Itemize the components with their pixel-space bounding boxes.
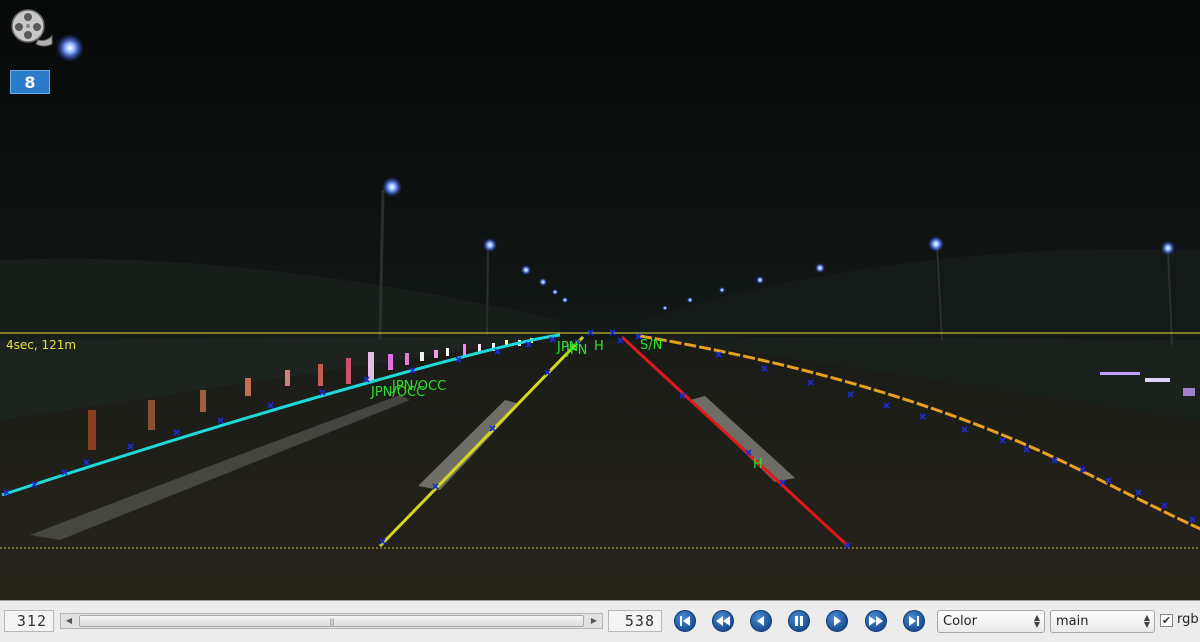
color-mode-select[interactable]: Color ▲ ▼ bbox=[937, 610, 1045, 633]
skip-to-end-icon bbox=[909, 616, 919, 626]
updown-arrow-icon: ▲ ▼ bbox=[1143, 613, 1150, 629]
fast-backward-button[interactable] bbox=[712, 610, 734, 632]
fast-forward-icon bbox=[869, 616, 883, 626]
frame-scrollbar[interactable]: ◀ ||| ▶ bbox=[60, 613, 603, 629]
stream-select[interactable]: main ▲ ▼ bbox=[1050, 610, 1155, 633]
scroll-left-icon[interactable]: ◀ bbox=[62, 614, 76, 628]
scroll-right-icon[interactable]: ▶ bbox=[587, 614, 601, 628]
step-backward-button[interactable] bbox=[750, 610, 772, 632]
pause-button[interactable] bbox=[788, 610, 810, 632]
play-icon bbox=[834, 616, 841, 626]
grip-icon: ||| bbox=[329, 618, 334, 626]
play-button[interactable] bbox=[826, 610, 848, 632]
playback-controls: 312 ◀ ||| ▶ 538 Color ▲ ▼ main ▲ ▼ ✔ rgb bbox=[0, 601, 1200, 642]
total-frames-display: 538 bbox=[608, 610, 662, 632]
lane-tag-left-mid-b: JPN/OCC bbox=[371, 385, 426, 400]
road-scene bbox=[0, 0, 1200, 600]
rewind-icon bbox=[716, 616, 730, 626]
fast-forward-button[interactable] bbox=[865, 610, 887, 632]
pause-icon bbox=[795, 616, 803, 626]
rgb-label: rgb bbox=[1177, 612, 1199, 627]
skip-to-start-icon bbox=[680, 616, 690, 626]
current-frame-display: 312 bbox=[4, 610, 54, 632]
lane-tag-right-mid: H bbox=[753, 457, 763, 472]
stream-value: main bbox=[1056, 614, 1089, 629]
step-back-icon bbox=[757, 616, 764, 626]
first-frame-button[interactable] bbox=[674, 610, 696, 632]
channel-badge: 8 bbox=[10, 70, 50, 94]
video-viewport[interactable]: 8 4sec, 121m JPN JPN H S/N JPN/OCC JPN/O… bbox=[0, 0, 1200, 601]
last-frame-button[interactable] bbox=[903, 610, 925, 632]
rgb-checkbox[interactable]: ✔ bbox=[1160, 614, 1173, 627]
lane-tag-left-far-c: H bbox=[594, 339, 604, 354]
updown-arrow-icon: ▲ ▼ bbox=[1033, 613, 1040, 629]
lane-tag-right-far: S/N bbox=[640, 338, 663, 353]
scrollbar-handle[interactable]: ||| bbox=[79, 615, 584, 627]
lane-tag-left-far-b: JPN bbox=[566, 343, 588, 358]
color-mode-value: Color bbox=[943, 614, 977, 629]
film-reel-icon bbox=[8, 6, 54, 50]
horizon-distance-label: 4sec, 121m bbox=[6, 338, 77, 352]
